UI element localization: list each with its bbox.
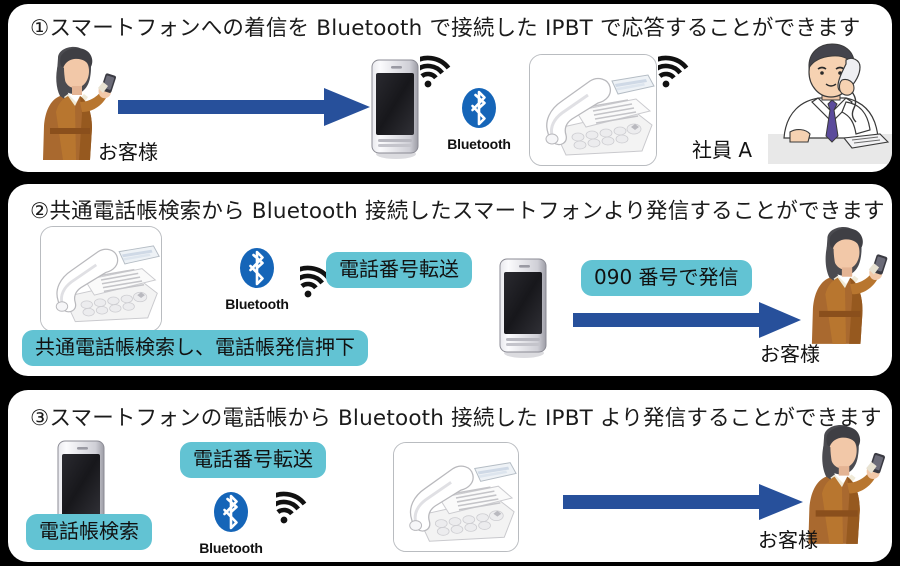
bluetooth-wordmark: Bluetooth bbox=[199, 540, 263, 556]
figure-ipbt-desk-phone-1 bbox=[529, 54, 657, 166]
tag-phone-number-transfer-2[interactable]: 電話番号転送 bbox=[326, 252, 472, 288]
tag-090-call[interactable]: 090 番号で発信 bbox=[581, 260, 752, 296]
panel-1-title: ①スマートフォンへの着信を Bluetooth で接続した IPBT で応答する… bbox=[30, 16, 861, 41]
tag-phone-number-transfer-3[interactable]: 電話番号転送 bbox=[180, 442, 326, 478]
bluetooth-wordmark: Bluetooth bbox=[447, 136, 511, 152]
bluetooth-wordmark: Bluetooth bbox=[225, 296, 289, 312]
diagram-canvas: ①スマートフォンへの着信を Bluetooth で接続した IPBT で応答する… bbox=[0, 0, 900, 566]
caption-customer-2: お客様 bbox=[760, 342, 820, 366]
tag-common-directory-search[interactable]: 共通電話帳検索し、電話帳発信押下 bbox=[22, 330, 368, 366]
bluetooth-icon bbox=[444, 86, 514, 135]
panel-smartphone-directory-call: ③スマートフォンの電話帳から Bluetooth 接続した IPBT より発信す… bbox=[8, 390, 892, 562]
caption-customer-1: お客様 bbox=[98, 140, 158, 164]
wifi-signal-icon-left bbox=[420, 48, 464, 90]
figure-employee-man bbox=[768, 42, 892, 164]
panel-incoming-call: ①スマートフォンへの着信を Bluetooth で接続した IPBT で応答する… bbox=[8, 4, 892, 172]
arrow-outgoing-call-2 bbox=[573, 302, 801, 338]
bluetooth-logo-3: Bluetooth bbox=[196, 490, 266, 556]
panel-common-directory-call: ②共通電話帳検索から Bluetooth 接続したスマートフォンより発信すること… bbox=[8, 184, 892, 376]
wifi-signal-icon-3 bbox=[276, 484, 320, 526]
bluetooth-icon bbox=[196, 490, 266, 539]
tag-directory-search[interactable]: 電話帳検索 bbox=[26, 514, 152, 550]
wifi-signal-icon-right bbox=[658, 48, 702, 90]
panel-2-title: ②共通電話帳検索から Bluetooth 接続したスマートフォンより発信すること… bbox=[30, 199, 885, 224]
figure-ipbt-desk-phone-3 bbox=[393, 442, 519, 552]
panel-3-title: ③スマートフォンの電話帳から Bluetooth 接続した IPBT より発信す… bbox=[30, 406, 882, 431]
bluetooth-icon bbox=[222, 246, 292, 295]
bluetooth-logo-1: Bluetooth bbox=[444, 86, 514, 152]
figure-smartphone-2 bbox=[498, 258, 550, 358]
bluetooth-logo-2: Bluetooth bbox=[222, 246, 292, 312]
caption-employee-1: 社員 A bbox=[692, 138, 753, 162]
caption-customer-3: お客様 bbox=[758, 528, 818, 552]
figure-smartphone-1 bbox=[370, 59, 422, 159]
arrow-call-to-smartphone bbox=[118, 88, 370, 126]
figure-ipbt-desk-phone-2 bbox=[40, 226, 162, 332]
arrow-outgoing-call-3 bbox=[563, 484, 803, 520]
figure-customer-woman-2 bbox=[798, 224, 892, 346]
